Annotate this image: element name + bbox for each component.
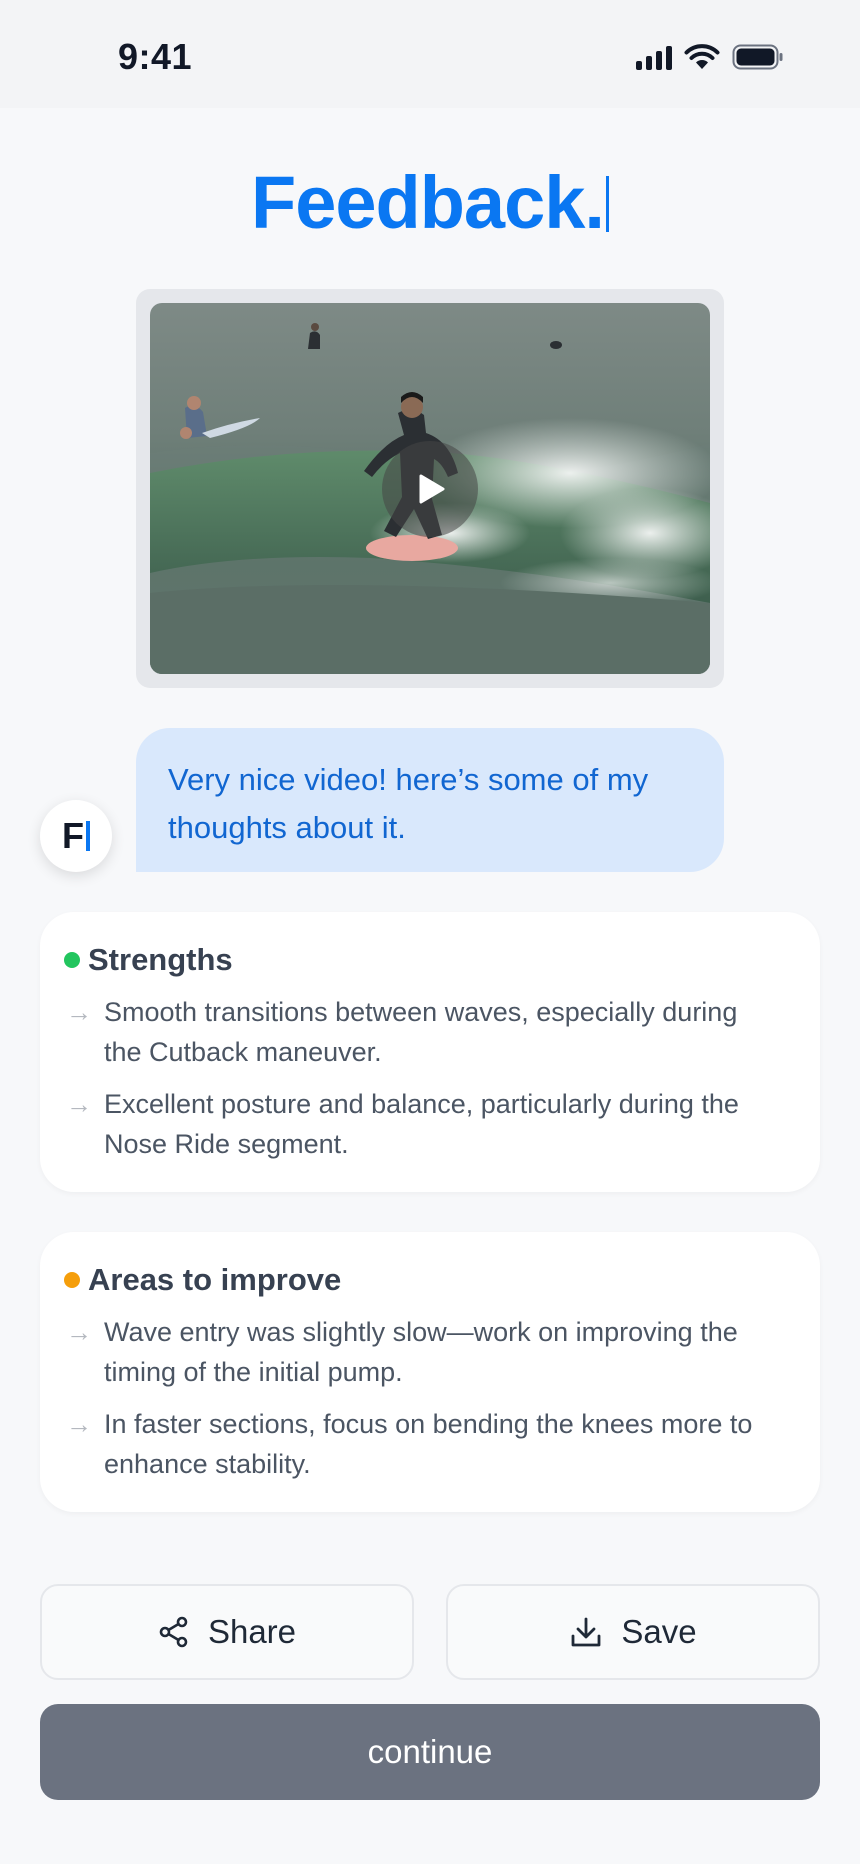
list-item-text: Wave entry was slightly slow—work on imp… xyxy=(104,1317,738,1387)
status-time: 9:41 xyxy=(118,36,193,77)
play-button[interactable] xyxy=(382,440,478,537)
list-item: → In faster sections, focus on bending t… xyxy=(64,1404,796,1484)
improve-card: Areas to improve → Wave entry was slight… xyxy=(40,1232,820,1512)
list-item: → Wave entry was slightly slow—work on i… xyxy=(64,1312,796,1392)
avatar-cursor xyxy=(86,821,90,851)
arrow-right-icon: → xyxy=(66,997,92,1027)
list-item: → Excellent posture and balance, particu… xyxy=(64,1084,796,1164)
page-title-text: Feedback. xyxy=(251,161,605,244)
avatar: F xyxy=(40,800,112,872)
green-dot-icon xyxy=(64,952,80,968)
video-frame xyxy=(136,289,724,688)
list-item-text: In faster sections, focus on bending the… xyxy=(104,1409,753,1479)
strengths-heading-text: Strengths xyxy=(88,942,233,977)
page-title: Feedback. xyxy=(0,160,860,245)
list-item: → Smooth transitions between waves, espe… xyxy=(64,992,796,1072)
share-icon xyxy=(159,1616,188,1648)
play-icon xyxy=(419,474,445,503)
download-icon xyxy=(571,1617,601,1647)
text-cursor xyxy=(605,176,609,232)
orange-dot-icon xyxy=(64,1272,80,1288)
arrow-right-icon: → xyxy=(66,1409,92,1439)
save-label: Save xyxy=(621,1613,697,1650)
arrow-right-icon: → xyxy=(66,1317,92,1347)
battery-icon xyxy=(732,44,783,70)
avatar-letter: F xyxy=(62,815,84,856)
share-button[interactable]: Share xyxy=(40,1584,414,1680)
improve-heading: Areas to improve xyxy=(64,1260,796,1300)
list-item-text: Excellent posture and balance, particula… xyxy=(104,1089,739,1159)
share-label: Share xyxy=(207,1613,297,1650)
arrow-right-icon: → xyxy=(66,1089,92,1119)
signal-icon xyxy=(636,44,672,70)
continue-button[interactable]: continue xyxy=(40,1704,820,1800)
chat-bubble: Very nice video! here’s some of my thoug… xyxy=(136,728,724,872)
status-icons xyxy=(636,44,784,70)
status-bar: 9:41 xyxy=(0,0,860,108)
strengths-card: Strengths → Smooth transitions between w… xyxy=(40,912,820,1192)
wifi-icon xyxy=(684,44,720,69)
video-thumbnail[interactable] xyxy=(150,303,710,674)
list-item-text: Smooth transitions between waves, especi… xyxy=(104,997,738,1067)
save-button[interactable]: Save xyxy=(446,1584,820,1680)
improve-heading-text: Areas to improve xyxy=(88,1262,342,1297)
strengths-heading: Strengths xyxy=(64,940,796,980)
